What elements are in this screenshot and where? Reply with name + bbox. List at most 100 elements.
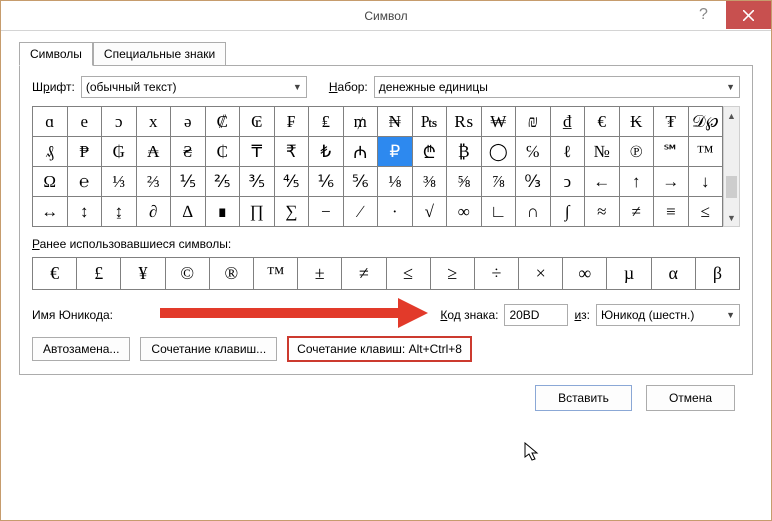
scroll-down-icon[interactable]: ▼ bbox=[724, 209, 739, 226]
recent-symbol-cell[interactable]: ® bbox=[210, 258, 254, 290]
symbol-cell[interactable]: Ω bbox=[33, 167, 68, 197]
symbol-cell[interactable]: № bbox=[585, 137, 620, 167]
symbol-cell[interactable]: ↕ bbox=[68, 197, 103, 227]
symbol-cell[interactable]: ⅙ bbox=[309, 167, 344, 197]
symbol-cell[interactable]: ↨ bbox=[102, 197, 137, 227]
symbol-cell[interactable]: ⅓ bbox=[102, 167, 137, 197]
symbol-cell[interactable]: ≡ bbox=[654, 197, 689, 227]
symbol-cell[interactable]: ™ bbox=[689, 137, 724, 167]
symbol-cell[interactable]: ∎ bbox=[206, 197, 241, 227]
symbol-cell[interactable]: ₺ bbox=[309, 137, 344, 167]
symbol-cell[interactable]: ₪ bbox=[516, 107, 551, 137]
symbol-cell[interactable]: ↑ bbox=[620, 167, 655, 197]
recent-symbol-cell[interactable]: £ bbox=[77, 258, 121, 290]
recent-symbol-cell[interactable]: ∞ bbox=[563, 258, 607, 290]
symbol-cell[interactable]: ⅛ bbox=[378, 167, 413, 197]
symbol-cell[interactable]: √ bbox=[413, 197, 448, 227]
symbol-cell[interactable]: ₼ bbox=[344, 137, 379, 167]
help-button[interactable]: ? bbox=[681, 1, 726, 29]
symbol-cell[interactable]: ₥ bbox=[344, 107, 379, 137]
symbol-cell[interactable]: ℮ bbox=[68, 167, 103, 197]
recent-symbol-cell[interactable]: ™ bbox=[254, 258, 298, 290]
symbol-cell[interactable]: ≤ bbox=[689, 197, 724, 227]
autocorrect-button[interactable]: Автозамена... bbox=[32, 337, 130, 361]
tab-symbols[interactable]: Символы bbox=[19, 42, 93, 66]
recent-symbol-cell[interactable]: × bbox=[519, 258, 563, 290]
symbol-cell[interactable]: ↄ bbox=[551, 167, 586, 197]
symbol-cell[interactable]: ↓ bbox=[689, 167, 724, 197]
font-select[interactable]: (обычный текст)▼ bbox=[81, 76, 307, 98]
symbol-cell[interactable]: ɑ bbox=[33, 107, 68, 137]
symbol-cell[interactable]: ⅜ bbox=[413, 167, 448, 197]
symbol-cell[interactable]: ⅕ bbox=[171, 167, 206, 197]
symbol-cell[interactable]: ◯ bbox=[482, 137, 517, 167]
symbol-cell[interactable]: ₨ bbox=[447, 107, 482, 137]
symbol-cell[interactable]: ⅔ bbox=[137, 167, 172, 197]
recent-symbol-cell[interactable]: € bbox=[33, 258, 77, 290]
symbol-cell[interactable]: ₹ bbox=[275, 137, 310, 167]
symbol-cell[interactable]: ≠ bbox=[620, 197, 655, 227]
symbol-cell[interactable]: ∟ bbox=[482, 197, 517, 227]
symbol-cell[interactable]: 𝒟℘ bbox=[689, 107, 724, 137]
symbol-cell[interactable]: → bbox=[654, 167, 689, 197]
symbol-cell[interactable]: x bbox=[137, 107, 172, 137]
recent-symbol-cell[interactable]: ¥ bbox=[121, 258, 165, 290]
symbol-cell[interactable]: ₦ bbox=[378, 107, 413, 137]
symbol-cell[interactable]: ₤ bbox=[309, 107, 344, 137]
symbol-cell[interactable]: ∆ bbox=[171, 197, 206, 227]
symbol-cell[interactable]: ℅ bbox=[516, 137, 551, 167]
symbol-cell[interactable]: ← bbox=[585, 167, 620, 197]
symbol-cell[interactable]: ₽ bbox=[378, 137, 413, 167]
symbol-cell[interactable]: ₩ bbox=[482, 107, 517, 137]
from-select[interactable]: Юникод (шестн.)▼ bbox=[596, 304, 740, 326]
symbol-cell[interactable]: ₫ bbox=[551, 107, 586, 137]
symbol-cell[interactable]: ₰ bbox=[33, 137, 68, 167]
symbol-cell[interactable]: ₢ bbox=[240, 107, 275, 137]
symbol-cell[interactable]: ₧ bbox=[413, 107, 448, 137]
symbol-cell[interactable]: ↉ bbox=[516, 167, 551, 197]
cancel-button[interactable]: Отмена bbox=[646, 385, 735, 411]
symbol-cell[interactable]: ⅞ bbox=[482, 167, 517, 197]
symbol-cell[interactable]: ₾ bbox=[413, 137, 448, 167]
symbol-cell[interactable]: ₣ bbox=[275, 107, 310, 137]
symbol-cell[interactable]: ₿ bbox=[447, 137, 482, 167]
symbol-cell[interactable]: ∙ bbox=[378, 197, 413, 227]
symbol-cell[interactable]: ↔ bbox=[33, 197, 68, 227]
symbol-cell[interactable]: ℓ bbox=[551, 137, 586, 167]
recent-symbol-cell[interactable]: ÷ bbox=[475, 258, 519, 290]
symbol-cell[interactable]: − bbox=[309, 197, 344, 227]
recent-symbol-cell[interactable]: β bbox=[696, 258, 740, 290]
symbol-cell[interactable]: ∑ bbox=[275, 197, 310, 227]
symbol-cell[interactable]: ℠ bbox=[654, 137, 689, 167]
symbol-cell[interactable]: ə bbox=[171, 107, 206, 137]
symbol-cell[interactable]: ⅘ bbox=[275, 167, 310, 197]
recent-symbol-cell[interactable]: ≠ bbox=[342, 258, 386, 290]
recent-symbol-cell[interactable]: © bbox=[166, 258, 210, 290]
symbol-cell[interactable]: ∏ bbox=[240, 197, 275, 227]
scroll-thumb[interactable] bbox=[726, 176, 737, 198]
recent-symbol-cell[interactable]: µ bbox=[607, 258, 651, 290]
symbol-cell[interactable]: ∞ bbox=[447, 197, 482, 227]
recent-symbol-cell[interactable]: α bbox=[652, 258, 696, 290]
symbol-cell[interactable]: ⅝ bbox=[447, 167, 482, 197]
symbol-cell[interactable]: ₡ bbox=[206, 107, 241, 137]
grid-scrollbar[interactable]: ▲ ▼ bbox=[723, 106, 740, 227]
symbol-cell[interactable]: ⅚ bbox=[344, 167, 379, 197]
recent-symbol-cell[interactable]: ≥ bbox=[431, 258, 475, 290]
insert-button[interactable]: Вставить bbox=[535, 385, 632, 411]
symbol-cell[interactable]: ₲ bbox=[102, 137, 137, 167]
symbol-cell[interactable]: ₱ bbox=[68, 137, 103, 167]
symbol-cell[interactable]: ⅖ bbox=[206, 167, 241, 197]
symbol-cell[interactable]: ∩ bbox=[516, 197, 551, 227]
symbol-cell[interactable]: ∫ bbox=[551, 197, 586, 227]
tab-special[interactable]: Специальные знаки bbox=[93, 42, 226, 66]
symbol-cell[interactable]: € bbox=[585, 107, 620, 137]
subset-select[interactable]: денежные единицы▼ bbox=[374, 76, 740, 98]
symbol-cell[interactable]: ₵ bbox=[206, 137, 241, 167]
close-button[interactable] bbox=[726, 1, 771, 29]
char-code-input[interactable] bbox=[504, 304, 568, 326]
scroll-track[interactable] bbox=[724, 124, 739, 209]
symbol-cell[interactable]: ≈ bbox=[585, 197, 620, 227]
symbol-cell[interactable]: ₴ bbox=[171, 137, 206, 167]
shortcut-key-button[interactable]: Сочетание клавиш... bbox=[140, 337, 277, 361]
